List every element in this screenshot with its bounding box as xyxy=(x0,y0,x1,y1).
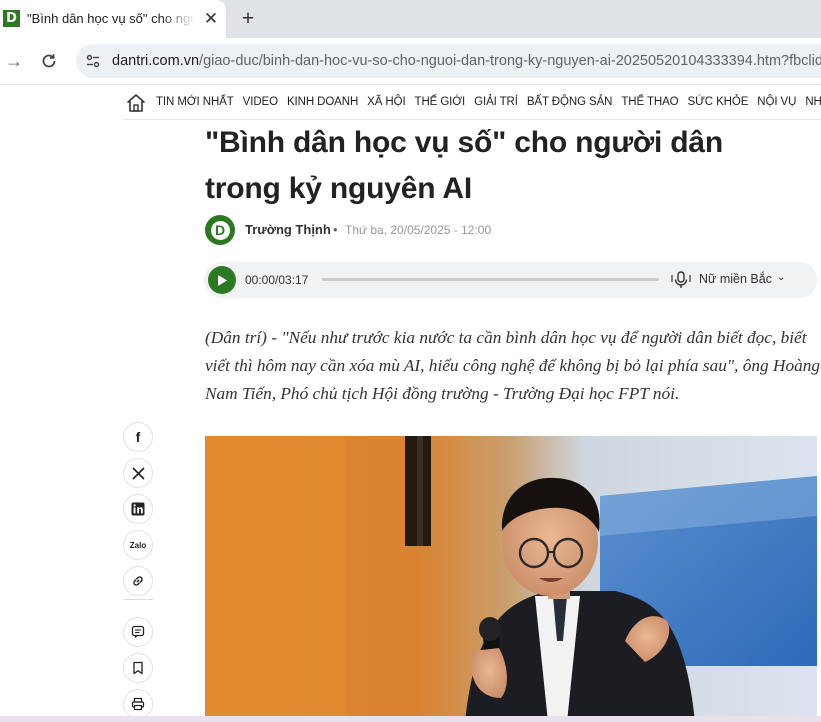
facebook-share-button[interactable]: f xyxy=(123,422,153,452)
dantri-favicon-icon: D xyxy=(3,10,20,27)
zalo-share-button[interactable]: Zalo xyxy=(123,530,153,560)
comment-button[interactable] xyxy=(123,617,153,647)
linkedin-share-button[interactable] xyxy=(123,494,153,524)
category-nav: TIN MỚI NHẤT VIDEO KINH DOANH XÃ HỘI THẾ GIỚ… xyxy=(123,86,821,120)
nav-item-3[interactable]: XÃ HỘI xyxy=(367,96,405,108)
x-share-button[interactable] xyxy=(123,458,153,488)
site-settings-icon[interactable] xyxy=(84,52,102,70)
audio-player: 00:00/03:17 Nữ miền Bắc ⌄ xyxy=(204,262,817,298)
linkedin-icon xyxy=(131,502,145,516)
article-title: "Bình dân học vụ số" cho người dân trong… xyxy=(205,126,724,205)
author-avatar[interactable]: D xyxy=(205,215,235,245)
play-button[interactable] xyxy=(208,266,236,294)
bookmark-button[interactable] xyxy=(123,653,153,683)
nav-item-8[interactable]: SỨC KHỎE xyxy=(688,96,749,108)
nav-item-2[interactable]: KINH DOANH xyxy=(287,96,358,108)
x-twitter-icon xyxy=(131,466,145,480)
forward-arrow-icon[interactable]: → xyxy=(4,51,24,71)
author-name[interactable]: Trường Thịnh xyxy=(245,222,331,237)
byline: D Trường Thịnh • Thứ ba, 20/05/2025 - 12… xyxy=(205,215,805,245)
article-sapo: (Dân trí) - "Nếu như trước kia nước ta c… xyxy=(205,328,821,403)
audio-time: 00:00/03:17 xyxy=(245,273,309,287)
chevron-down-icon[interactable]: ⌄ xyxy=(777,272,785,283)
url-text: dantri.com.vn/giao-duc/binh-dan-hoc-vu-s… xyxy=(112,53,821,69)
byline-separator: • xyxy=(333,222,338,237)
close-tab-icon[interactable]: ✕ xyxy=(201,9,221,29)
nav-item-9[interactable]: NỘI VỤ xyxy=(757,96,796,108)
publish-date: Thứ ba, 20/05/2025 - 12:00 xyxy=(345,223,492,237)
audio-progress-bar[interactable] xyxy=(322,278,659,281)
tab-strip: D "Bình dân học vụ số" cho người ✕ + xyxy=(0,0,821,38)
comment-icon xyxy=(131,625,145,638)
article-page: TIN MỚI NHẤT VIDEO KINH DOANH XÃ HỘI THẾ GIỚ… xyxy=(0,86,821,722)
home-icon[interactable] xyxy=(125,92,147,114)
nav-item-6[interactable]: BẤT ĐỘNG SẢN xyxy=(527,96,613,108)
category-nav-items: TIN MỚI NHẤT VIDEO KINH DOANH XÃ HỘI THẾ GIỚ… xyxy=(156,96,821,108)
microphone-icon xyxy=(670,270,692,290)
play-icon xyxy=(218,274,227,286)
zalo-icon: Zalo xyxy=(129,540,147,550)
voice-selector[interactable]: Nữ miền Bắc xyxy=(699,272,772,286)
copy-link-button[interactable] xyxy=(123,566,153,596)
bookmark-icon xyxy=(133,661,143,675)
browser-tab[interactable]: D "Bình dân học vụ số" cho người ✕ xyxy=(0,0,226,38)
print-button[interactable] xyxy=(123,689,153,719)
nav-item-7[interactable]: THỂ THAO xyxy=(621,96,678,108)
facebook-icon: f xyxy=(135,429,141,445)
link-icon xyxy=(133,576,143,586)
article-hero-image xyxy=(205,436,817,722)
nav-item-0[interactable]: TIN MỚI NHẤT xyxy=(156,96,234,108)
nav-item-5[interactable]: GIẢI TRÍ xyxy=(474,96,518,108)
taskbar-edge xyxy=(0,716,821,722)
reload-icon[interactable] xyxy=(38,50,60,72)
printer-icon xyxy=(131,697,145,711)
share-divider xyxy=(123,599,153,600)
nav-item-1[interactable]: VIDEO xyxy=(243,96,278,108)
nav-item-4[interactable]: THẾ GIỚI xyxy=(415,96,466,108)
browser-toolbar: → dantri.com.vn/giao-duc/binh-dan-hoc-vu… xyxy=(0,38,821,85)
new-tab-icon[interactable]: + xyxy=(236,7,260,31)
nav-item-10[interactable]: NHÂN ÁI xyxy=(805,96,821,108)
address-bar[interactable]: dantri.com.vn/giao-duc/binh-dan-hoc-vu-s… xyxy=(76,44,821,78)
